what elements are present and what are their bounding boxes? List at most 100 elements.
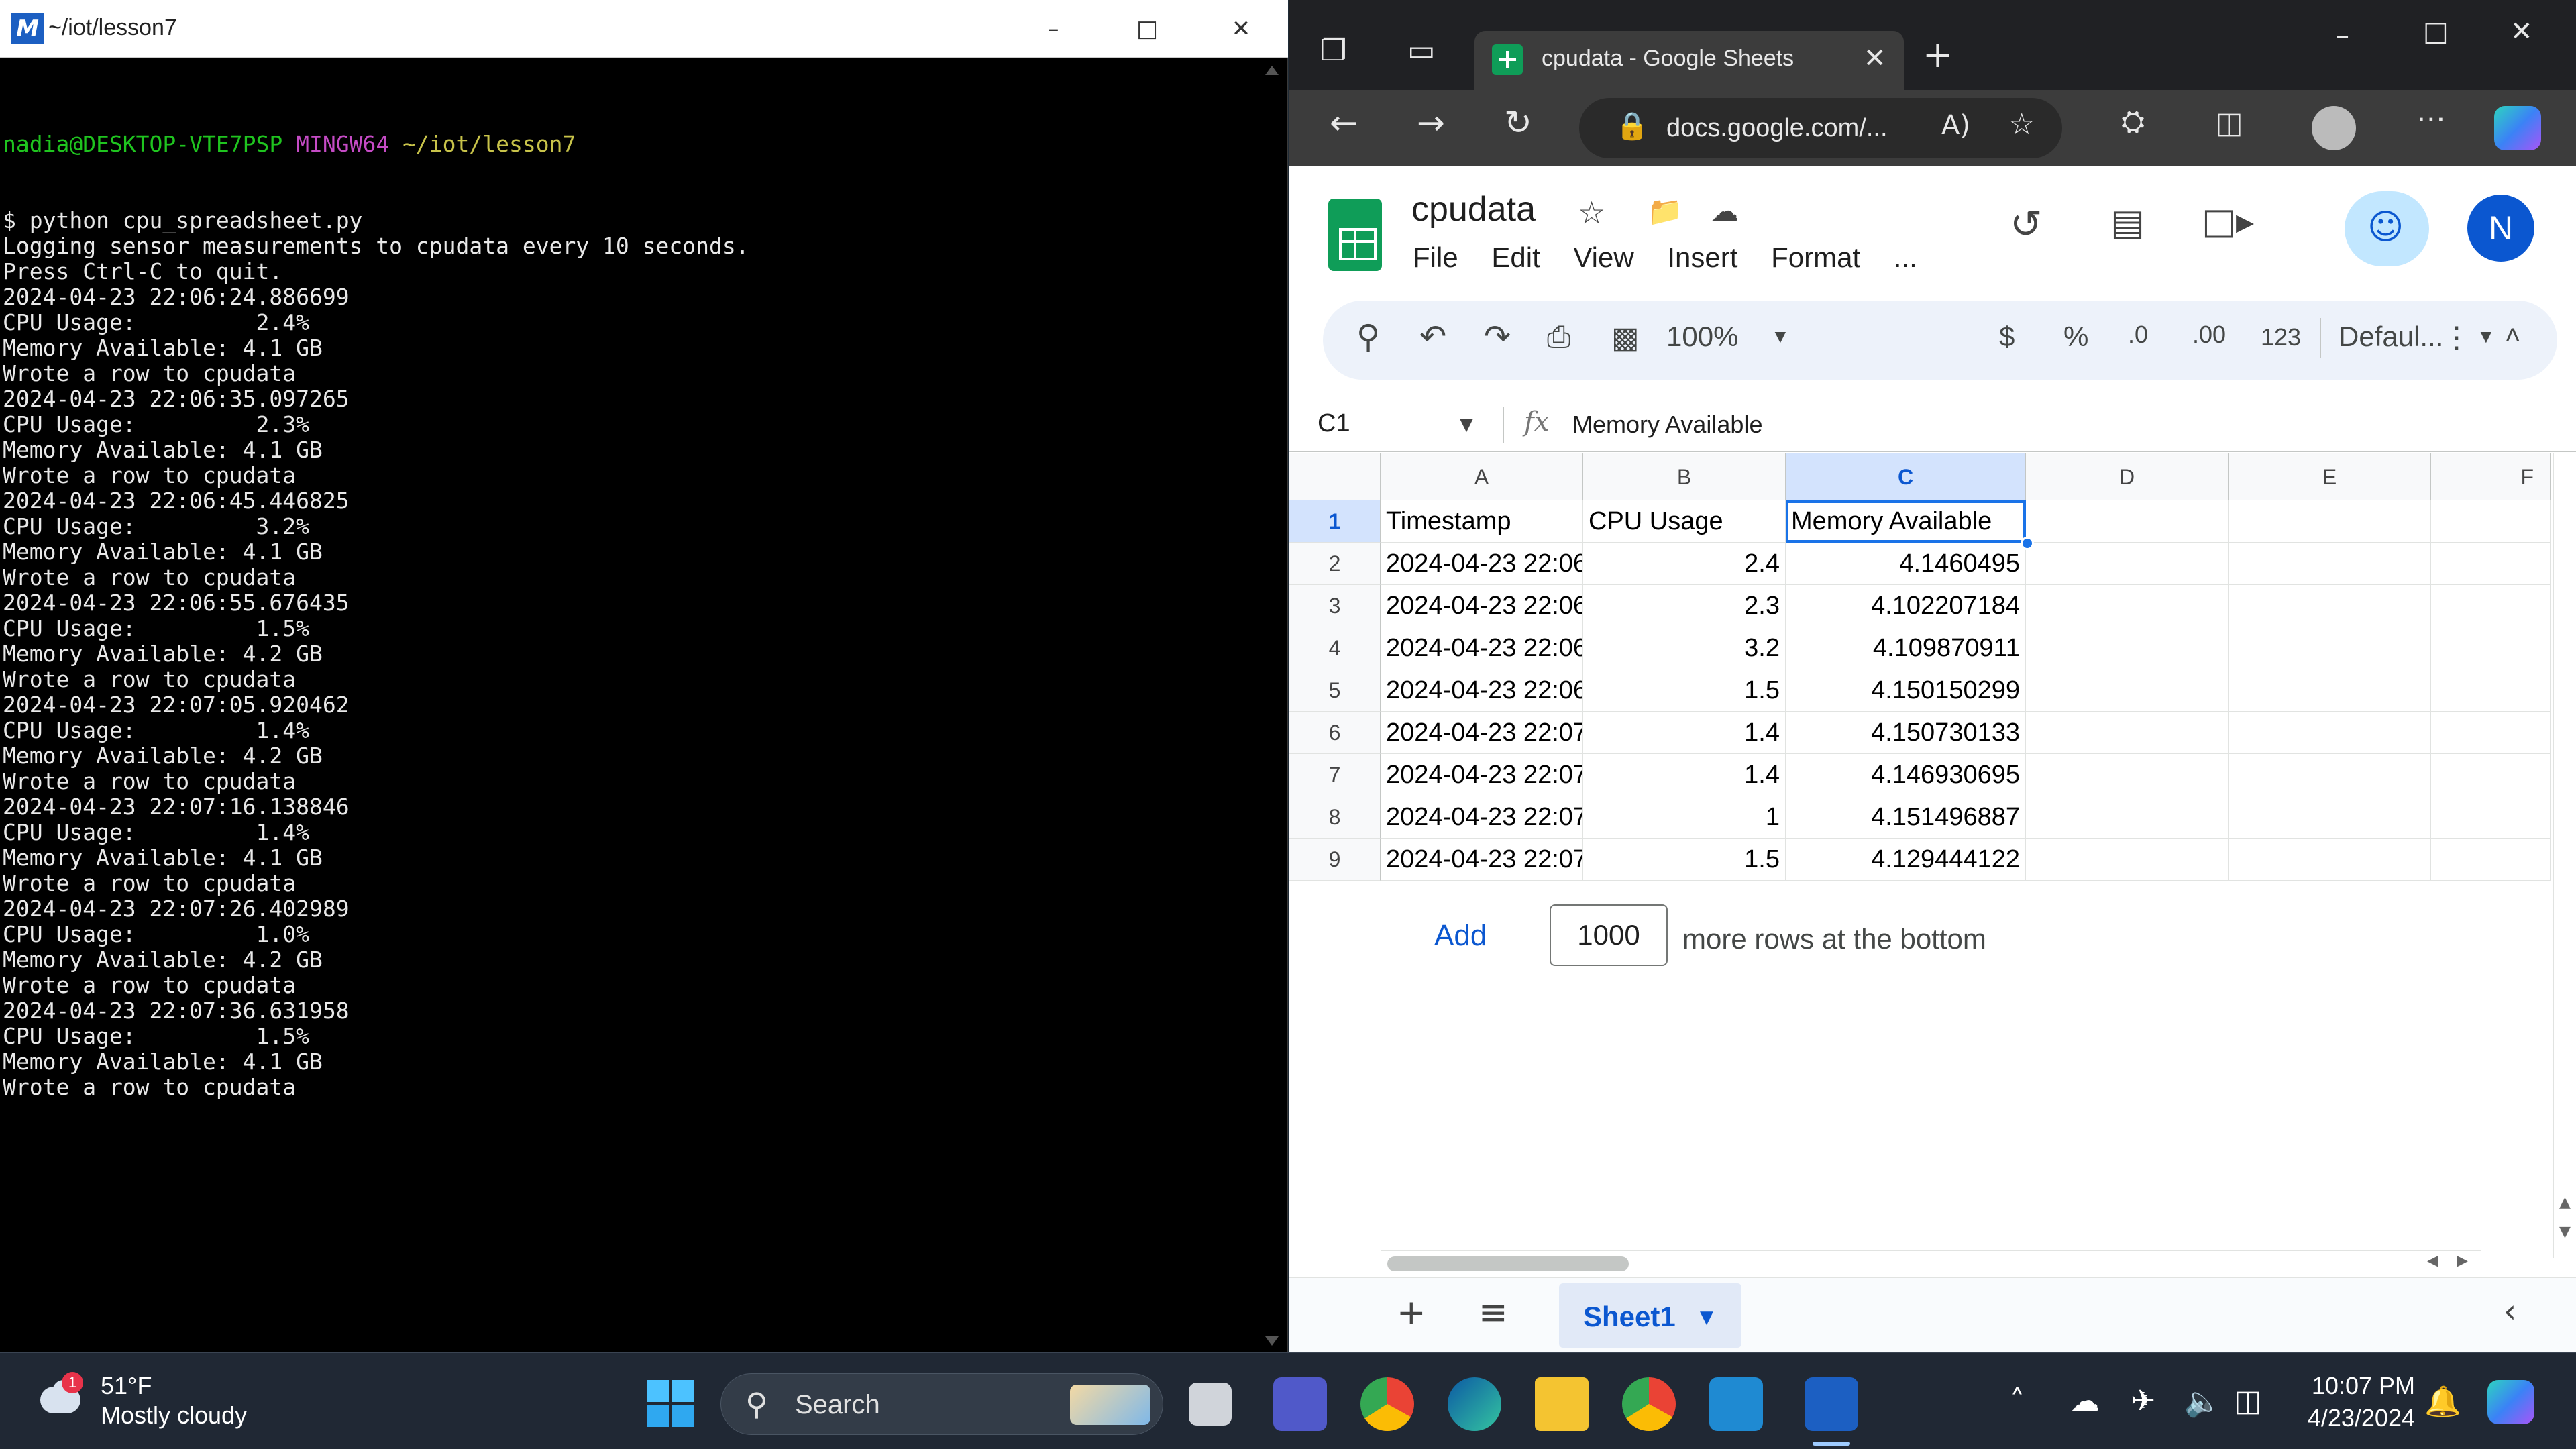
horizontal-scroll-thumb[interactable] [1387,1256,1629,1271]
maximize-button[interactable]: □ [1114,9,1181,48]
paint-format-icon[interactable]: ▩ [1611,321,1640,355]
cell-f9[interactable] [2431,839,2551,881]
new-tab-icon[interactable]: + [1923,34,1953,76]
scroll-down-icon[interactable]: ▼ [2559,1224,2571,1240]
terminal-scrollbar[interactable] [1258,59,1285,1352]
teams-icon[interactable] [1273,1377,1327,1431]
cell-d7[interactable] [2026,754,2229,796]
cell-c2[interactable]: 4.1460495 [1786,543,2026,585]
workspaces-icon[interactable]: ❐ [1320,34,1346,68]
account-avatar[interactable]: N [2467,195,2534,262]
cell-c3[interactable]: 4.102207184 [1786,585,2026,627]
cell-e8[interactable] [2229,796,2431,839]
cell-f4[interactable] [2431,627,2551,669]
cell-f1[interactable] [2431,500,2551,543]
weather-cloud-icon[interactable]: 1 [35,1372,91,1420]
onedrive-icon[interactable]: ☁ [2070,1384,2100,1418]
minimize-button[interactable]: – [2336,20,2349,51]
cell-b5[interactable]: 1.5 [1583,669,1786,712]
profile-icon[interactable] [2312,106,2356,150]
cell-d6[interactable] [2026,712,2229,754]
cell-d1[interactable] [2026,500,2229,543]
vertical-scrollbar[interactable]: ▲ ▼ [2553,453,2576,1258]
cell-d8[interactable] [2026,796,2229,839]
battery-icon[interactable]: ◫ [2234,1384,2262,1418]
weather-temperature[interactable]: 51°F [101,1372,152,1400]
notification-bell-icon[interactable]: 🔔 [2424,1384,2461,1419]
forward-icon[interactable]: → [1417,103,1445,142]
column-header-c[interactable]: C [1786,453,2026,500]
menu-view[interactable]: View [1573,241,1633,273]
all-sheets-icon[interactable]: ≡ [1479,1293,1508,1333]
cell-f8[interactable] [2431,796,2551,839]
add-rows-button[interactable]: Add [1434,919,1487,953]
cell-b8[interactable]: 1 [1583,796,1786,839]
formula-input[interactable]: Memory Available [1572,411,1762,439]
version-history-icon[interactable]: ↺ [2010,201,2043,247]
font-select[interactable]: Defaul... ▼ [2339,321,2496,353]
row-header[interactable]: 9 [1289,839,1381,881]
cell-d2[interactable] [2026,543,2229,585]
cell-f3[interactable] [2431,585,2551,627]
airplane-mode-icon[interactable]: ✈ [2131,1384,2155,1418]
scroll-up-icon[interactable]: ▲ [2559,1194,2571,1211]
terminal-output[interactable]: nadia@DESKTOP-VTE7PSP MINGW64 ~/iot/less… [3,80,1250,1100]
refresh-icon[interactable]: ↻ [1504,103,1532,142]
cell-a8[interactable]: 2024-04-23 22:07 [1381,796,1583,839]
cell-a5[interactable]: 2024-04-23 22:06 [1381,669,1583,712]
cell-c4[interactable]: 4.109870911 [1786,627,2026,669]
row-header[interactable]: 2 [1289,543,1381,585]
cell-f2[interactable] [2431,543,2551,585]
menu-more[interactable]: ... [1894,241,1917,273]
star-icon[interactable]: ☆ [1578,195,1605,231]
cell-a2[interactable]: 2024-04-23 22:06 [1381,543,1583,585]
browser-window[interactable]: ❐ ▭ cpudata - Google Sheets ✕ + – □ ✕ ← … [1289,0,2576,1352]
cell-c7[interactable]: 4.146930695 [1786,754,2026,796]
cell-b4[interactable]: 3.2 [1583,627,1786,669]
column-header-e[interactable]: E [2229,453,2431,500]
row-header[interactable]: 3 [1289,585,1381,627]
cell-e5[interactable] [2229,669,2431,712]
collapse-menus-icon[interactable]: ˄ [2505,321,2520,351]
sheet-tab-sheet1[interactable]: Sheet1 ▼ [1559,1283,1741,1348]
cell-d9[interactable] [2026,839,2229,881]
add-sheet-icon[interactable]: + [1397,1293,1426,1333]
show-hidden-icons-icon[interactable]: ˄ [2010,1384,2025,1418]
cell-e3[interactable] [2229,585,2431,627]
number-format-button[interactable]: 123 [2261,323,2301,352]
tab-close-icon[interactable]: ✕ [1864,43,1886,74]
cell-d3[interactable] [2026,585,2229,627]
chrome-profile-icon[interactable] [1622,1377,1676,1431]
extensions-icon[interactable]: ⛭ [2121,105,2145,139]
terminal-titlebar[interactable]: M ~/iot/lesson7 – □ ✕ [0,0,1288,58]
task-view-icon[interactable] [1189,1383,1232,1426]
column-header-a[interactable]: A [1381,453,1583,500]
fill-handle[interactable] [2021,537,2034,550]
cell-a1[interactable]: Timestamp [1381,500,1583,543]
maximize-button[interactable]: □ [2423,16,2449,47]
minimize-button[interactable]: – [1020,9,1087,48]
volume-icon[interactable]: 🔈 [2184,1384,2221,1419]
collapse-sidebar-icon[interactable]: ‹ [2504,1293,2516,1330]
scroll-up-icon[interactable] [1265,66,1279,75]
more-icon[interactable]: ⋯ [2416,102,2446,136]
row-header[interactable]: 4 [1289,627,1381,669]
row-header[interactable]: 1 [1289,500,1381,543]
cell-a3[interactable]: 2024-04-23 22:06 [1381,585,1583,627]
cell-b6[interactable]: 1.4 [1583,712,1786,754]
terminal-window[interactable]: M ~/iot/lesson7 – □ ✕ nadia@DESKTOP-VTE7… [0,0,1288,1352]
read-aloud-icon[interactable]: A) [1941,110,1970,141]
taskbar-search[interactable]: ⚲ Search [720,1373,1163,1435]
cell-c6[interactable]: 4.150730133 [1786,712,2026,754]
cell-e2[interactable] [2229,543,2431,585]
msys2-terminal-icon[interactable] [1805,1377,1858,1431]
decrease-decimal-button[interactable]: .0 [2128,321,2148,349]
cell-c8[interactable]: 4.151496887 [1786,796,2026,839]
increase-decimal-button[interactable]: .00 [2192,321,2226,349]
cell-a4[interactable]: 2024-04-23 22:06 [1381,627,1583,669]
cell-c9[interactable]: 4.129444122 [1786,839,2026,881]
favorite-star-icon[interactable]: ☆ [2008,107,2035,142]
row-header[interactable]: 6 [1289,712,1381,754]
cell-a6[interactable]: 2024-04-23 22:07 [1381,712,1583,754]
horizontal-scrollbar[interactable]: ◀ ▶ [1381,1250,2481,1275]
